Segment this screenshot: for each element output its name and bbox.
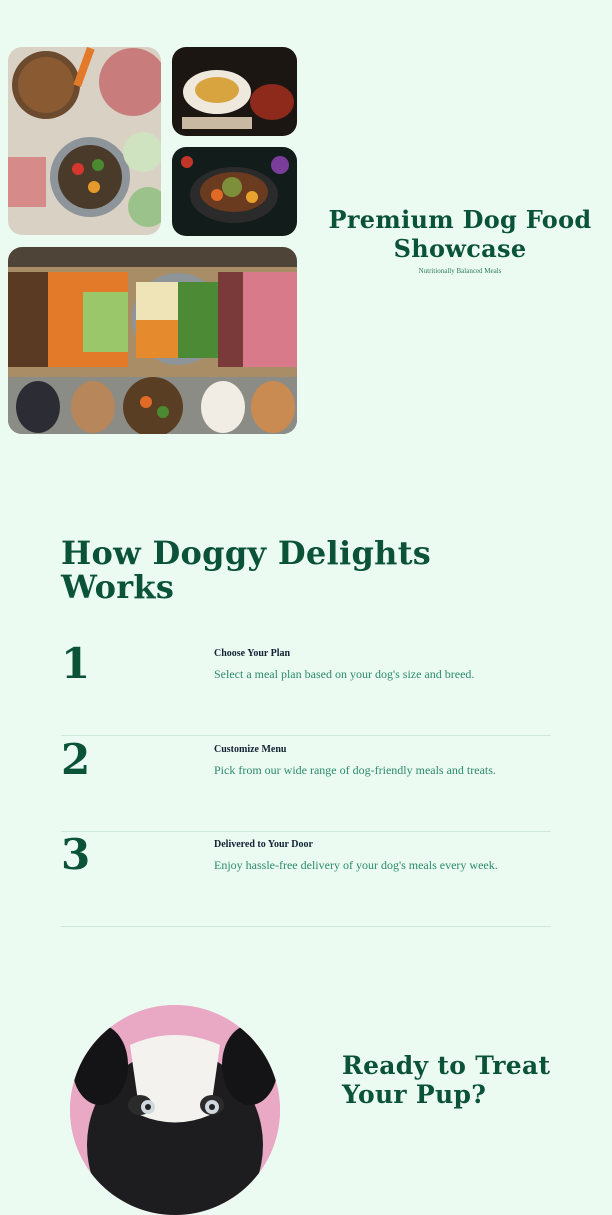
showcase-title: Premium Dog Food Showcase	[328, 205, 592, 263]
step-title: Choose Your Plan	[214, 648, 291, 659]
step-item: 1 Choose Your Plan Select a meal plan ba…	[61, 640, 551, 736]
step-number: 1	[61, 639, 91, 688]
gallery-image-bowls	[8, 47, 161, 235]
cta-title: Ready to Treat Your Pup?	[342, 1051, 551, 1109]
showcase-heading-block: Premium Dog Food Showcase Nutritionally …	[312, 205, 608, 275]
step-number: 3	[61, 830, 91, 879]
gallery-image-skillet	[172, 147, 297, 236]
step-item: 3 Delivered to Your Door Enjoy hassle-fr…	[61, 831, 551, 927]
step-item: 2 Customize Menu Pick from our wide rang…	[61, 736, 551, 832]
step-description: Enjoy hassle-free delivery of your dog's…	[214, 858, 498, 872]
showcase-subtitle: Nutritionally Balanced Meals	[418, 267, 502, 275]
step-number: 2	[61, 735, 91, 784]
step-title: Customize Menu	[214, 744, 287, 755]
step-description: Select a meal plan based on your dog's s…	[214, 667, 475, 681]
step-description: Pick from our wide range of dog-friendly…	[214, 763, 496, 777]
step-title: Delivered to Your Door	[214, 839, 313, 850]
gallery-image-spread	[8, 247, 297, 434]
gallery-image-plate	[172, 47, 297, 136]
how-it-works-title: How Doggy Delights Works	[61, 534, 432, 606]
cta-dog-image	[70, 1005, 280, 1215]
